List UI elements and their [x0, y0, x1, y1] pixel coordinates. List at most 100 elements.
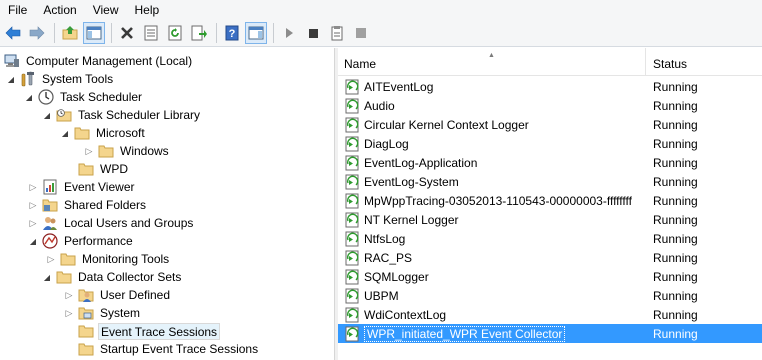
list-item[interactable]: AITEventLog Running	[338, 77, 762, 96]
tree-item-shared-folders[interactable]: ▷ Shared Folders	[28, 196, 148, 214]
session-status: Running	[653, 136, 698, 151]
tree-item-task-scheduler-library[interactable]: ◢ Task Scheduler Library	[42, 106, 202, 124]
expanded-arrow-icon[interactable]: ◢	[6, 70, 16, 88]
list-item[interactable]: DiagLog Running	[338, 134, 762, 153]
column-header-status[interactable]: Status	[647, 48, 762, 76]
tree-item-event-viewer[interactable]: ▷ Event Viewer	[28, 178, 136, 196]
menu-action[interactable]: Action	[35, 0, 84, 20]
menu-file[interactable]: File	[0, 0, 35, 20]
tree-item-wpd[interactable]: WPD	[78, 160, 130, 178]
list-item[interactable]: NT Kernel Logger Running	[338, 210, 762, 229]
computer-management-icon	[4, 53, 20, 69]
session-status: Running	[653, 269, 698, 284]
expanded-arrow-icon[interactable]: ◢	[60, 124, 70, 142]
properties-button[interactable]	[140, 22, 162, 44]
forward-button[interactable]	[26, 22, 48, 44]
trace-session-icon	[345, 288, 359, 303]
tree-item-windows[interactable]: ▷ Windows	[84, 142, 171, 160]
stop-icon	[309, 29, 318, 38]
collapsed-arrow-icon[interactable]: ▷	[28, 214, 38, 232]
export-list-button[interactable]	[188, 22, 210, 44]
list-item[interactable]: EventLog-Application Running	[338, 153, 762, 172]
tree-item-label: Data Collector Sets	[78, 269, 182, 284]
tree-item-label: Monitoring Tools	[82, 251, 170, 266]
collapsed-arrow-icon[interactable]: ▷	[28, 196, 38, 214]
stop-button[interactable]	[302, 22, 324, 44]
tree-item-microsoft[interactable]: ◢ Microsoft	[60, 124, 147, 142]
toolbar-separator	[216, 23, 217, 43]
session-status: Running	[653, 98, 698, 113]
session-name: EventLog-System	[364, 174, 459, 189]
collapsed-arrow-icon[interactable]: ▷	[28, 178, 38, 196]
menu-help[interactable]: Help	[127, 0, 168, 20]
trace-session-icon	[345, 79, 359, 94]
trace-session-icon	[345, 231, 359, 246]
collapsed-arrow-icon[interactable]: ▷	[64, 286, 74, 304]
trace-session-icon	[345, 212, 359, 227]
tree-item-monitoring-tools[interactable]: ▷ Monitoring Tools	[46, 250, 171, 268]
tree-item-label: Performance	[64, 233, 133, 248]
list-item-selected[interactable]: WPR_initiated_WPR Event Collector Runnin…	[338, 324, 762, 343]
list-item[interactable]: MpWppTracing-03052013-110543-00000003-ff…	[338, 191, 762, 210]
collapsed-arrow-icon[interactable]: ▷	[84, 142, 94, 160]
list-item[interactable]: UBPM Running	[338, 286, 762, 305]
list-item[interactable]: Audio Running	[338, 96, 762, 115]
refresh-button[interactable]	[164, 22, 186, 44]
delete-button[interactable]	[116, 22, 138, 44]
tree-item-system-tools[interactable]: ◢ System Tools	[6, 70, 115, 88]
menu-bar: File Action View Help	[0, 0, 762, 20]
tree-item-event-trace-sessions[interactable]: Event Trace Sessions	[78, 322, 221, 340]
show-hide-console-tree-button[interactable]	[83, 22, 105, 44]
session-status: Running	[653, 193, 698, 208]
list-item[interactable]: WdiContextLog Running	[338, 305, 762, 324]
tree-item-label: Task Scheduler	[60, 89, 143, 104]
menu-view[interactable]: View	[85, 0, 127, 20]
session-name: AITEventLog	[364, 79, 434, 94]
collapsed-arrow-icon[interactable]: ▷	[46, 250, 56, 268]
up-one-level-button[interactable]	[59, 22, 81, 44]
tree-item-label: Task Scheduler Library	[78, 107, 201, 122]
tree-item-system[interactable]: ▷ System	[64, 304, 142, 322]
trace-session-icon	[345, 326, 359, 341]
tree-item-task-scheduler[interactable]: ◢ Task Scheduler	[24, 88, 144, 106]
list-item[interactable]: EventLog-System Running	[338, 172, 762, 191]
session-name: EventLog-Application	[364, 155, 478, 170]
export-list-icon	[191, 25, 207, 41]
show-hide-action-pane-button[interactable]	[245, 22, 267, 44]
save-template-button[interactable]	[326, 22, 348, 44]
collapsed-arrow-icon[interactable]: ▷	[64, 304, 74, 322]
new-button[interactable]	[350, 22, 372, 44]
toolbar-separator	[111, 23, 112, 43]
tree-item-data-collector-sets[interactable]: ◢ Data Collector Sets	[42, 268, 183, 286]
tree-item-user-defined[interactable]: ▷ User Defined	[64, 286, 172, 304]
list-item[interactable]: RAC_PS Running	[338, 248, 762, 267]
tree-item-performance[interactable]: ◢ Performance	[28, 232, 135, 250]
expanded-arrow-icon[interactable]: ◢	[28, 232, 38, 250]
user-defined-icon	[78, 287, 94, 303]
refresh-icon	[168, 25, 182, 41]
column-header-label: Name	[344, 57, 377, 71]
list-item[interactable]: SQMLogger Running	[338, 267, 762, 286]
expanded-arrow-icon[interactable]: ◢	[24, 88, 34, 106]
list-item[interactable]: Circular Kernel Context Logger Running	[338, 115, 762, 134]
tree-item-local-users-and-groups[interactable]: ▷ Local Users and Groups	[28, 214, 195, 232]
trace-session-icon	[345, 174, 359, 189]
start-button[interactable]	[278, 22, 300, 44]
expanded-arrow-icon[interactable]: ◢	[42, 106, 52, 124]
help-icon: ?	[225, 25, 239, 41]
tree-item-startup-event-trace-sessions[interactable]: Startup Event Trace Sessions	[78, 340, 260, 358]
save-template-icon	[331, 26, 343, 41]
tree-item-computer-management[interactable]: Computer Management (Local)	[4, 52, 194, 70]
session-name: NT Kernel Logger	[364, 212, 459, 227]
list-item[interactable]: NtfsLog Running	[338, 229, 762, 248]
system-tools-icon	[20, 71, 36, 87]
expanded-arrow-icon[interactable]: ◢	[42, 268, 52, 286]
session-name: NtfsLog	[364, 231, 406, 246]
session-status: Running	[653, 79, 698, 94]
session-status: Running	[653, 117, 698, 132]
tree-item-label: System	[100, 305, 141, 320]
trace-session-icon	[345, 136, 359, 151]
session-status: Running	[653, 326, 698, 341]
back-button[interactable]	[2, 22, 24, 44]
help-button[interactable]: ?	[221, 22, 243, 44]
